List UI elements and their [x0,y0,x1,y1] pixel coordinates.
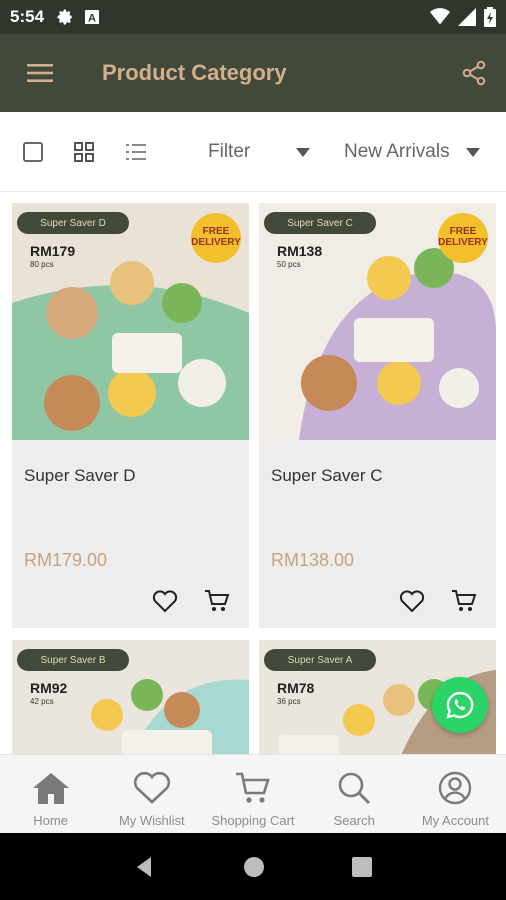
wishlist-heart-icon[interactable] [399,589,425,613]
whatsapp-chat-button[interactable] [432,677,488,733]
nav-shopping-cart[interactable]: Shopping Cart [202,755,303,833]
wifi-icon [430,8,450,25]
filter-dropdown[interactable]: Filter [208,141,250,163]
status-time: 5:54 [10,7,45,26]
add-to-cart-icon[interactable] [204,589,230,613]
image-price-tag: RM92 [30,680,68,696]
grid-view-icon[interactable] [74,142,94,162]
product-card[interactable]: Super Saver C FREE DELIVERY RM138 50 pcs… [259,203,496,628]
product-price: RM179.00 [24,550,108,570]
product-banner: Super Saver D [17,212,129,234]
product-name[interactable]: Super Saver D [24,466,136,486]
product-name[interactable]: Super Saver C [271,466,383,486]
hamburger-menu-icon [27,64,53,82]
home-icon [32,773,69,804]
signal-icon [458,8,476,26]
sort-dropdown[interactable]: New Arrivals [344,141,450,163]
product-card[interactable]: Super Saver D FREE DELIVERY RM179 80 pcs… [12,203,249,628]
product-image[interactable]: Super Saver C FREE DELIVERY RM138 50 pcs [259,203,496,440]
image-pieces-tag: 50 pcs [277,260,301,269]
image-pieces-tag: 80 pcs [30,260,54,269]
home-circle-icon[interactable] [242,855,266,879]
product-banner: Super Saver C [264,212,376,234]
nav-search[interactable]: Search [304,755,405,833]
free-delivery-badge: FREE DELIVERY [191,213,241,263]
view-toolbar: Filter New Arrivals [0,112,506,192]
nav-home-label: Home [33,813,68,828]
free-delivery-badge: FREE DELIVERY [438,213,488,263]
nav-home[interactable]: Home [0,755,101,833]
image-price-tag: RM179 [30,243,76,259]
nav-search-label: Search [333,813,375,828]
nav-wishlist[interactable]: My Wishlist [101,755,202,833]
app-bar: Product Category [0,34,506,112]
product-image[interactable]: Super Saver B RM92 42 pcs [12,640,249,754]
page-title: Product Category [102,60,287,85]
share-icon [462,60,486,86]
image-price-tag: RM138 [277,243,323,259]
whatsapp-icon [446,691,474,719]
back-icon[interactable] [133,855,157,879]
list-view-icon[interactable] [126,142,146,162]
text-input-icon: A [85,10,100,25]
add-to-cart-icon[interactable] [451,589,477,613]
search-icon [338,772,371,805]
nav-my-account-label: My Account [421,813,490,828]
nav-my-account[interactable]: My Account [405,755,506,833]
nav-wishlist-label: My Wishlist [118,813,185,828]
filter-caret-icon[interactable] [296,148,310,158]
recents-icon[interactable] [351,856,373,878]
product-card[interactable]: Super Saver B RM92 42 pcs [12,640,249,754]
nav-shopping-cart-label: Shopping Cart [211,813,295,828]
image-price-tag: RM78 [277,680,315,696]
product-banner: Super Saver A [264,649,376,671]
menu-button[interactable] [0,34,80,112]
image-pieces-tag: 36 pcs [277,697,301,706]
image-pieces-tag: 42 pcs [30,697,54,706]
settings-gear-icon [57,9,72,25]
bottom-navigation: Home My Wishlist Shopping Cart Search My… [0,754,506,833]
sort-caret-icon[interactable] [466,148,480,158]
product-banner: Super Saver B [17,649,129,671]
wishlist-heart-icon[interactable] [152,589,178,613]
product-image[interactable]: Super Saver D FREE DELIVERY RM179 80 pcs [12,203,249,440]
cart-icon [236,772,270,803]
svg-text:A: A [88,13,96,25]
heart-icon [133,771,170,804]
account-icon [439,771,472,805]
system-navigation-bar [0,833,506,900]
share-button[interactable] [442,34,506,112]
battery-icon [484,7,496,27]
product-price: RM138.00 [271,550,355,570]
product-grid: Super Saver D FREE DELIVERY RM179 80 pcs… [0,192,506,754]
select-all-checkbox[interactable] [23,142,43,162]
status-bar: 5:54 A [0,0,506,34]
